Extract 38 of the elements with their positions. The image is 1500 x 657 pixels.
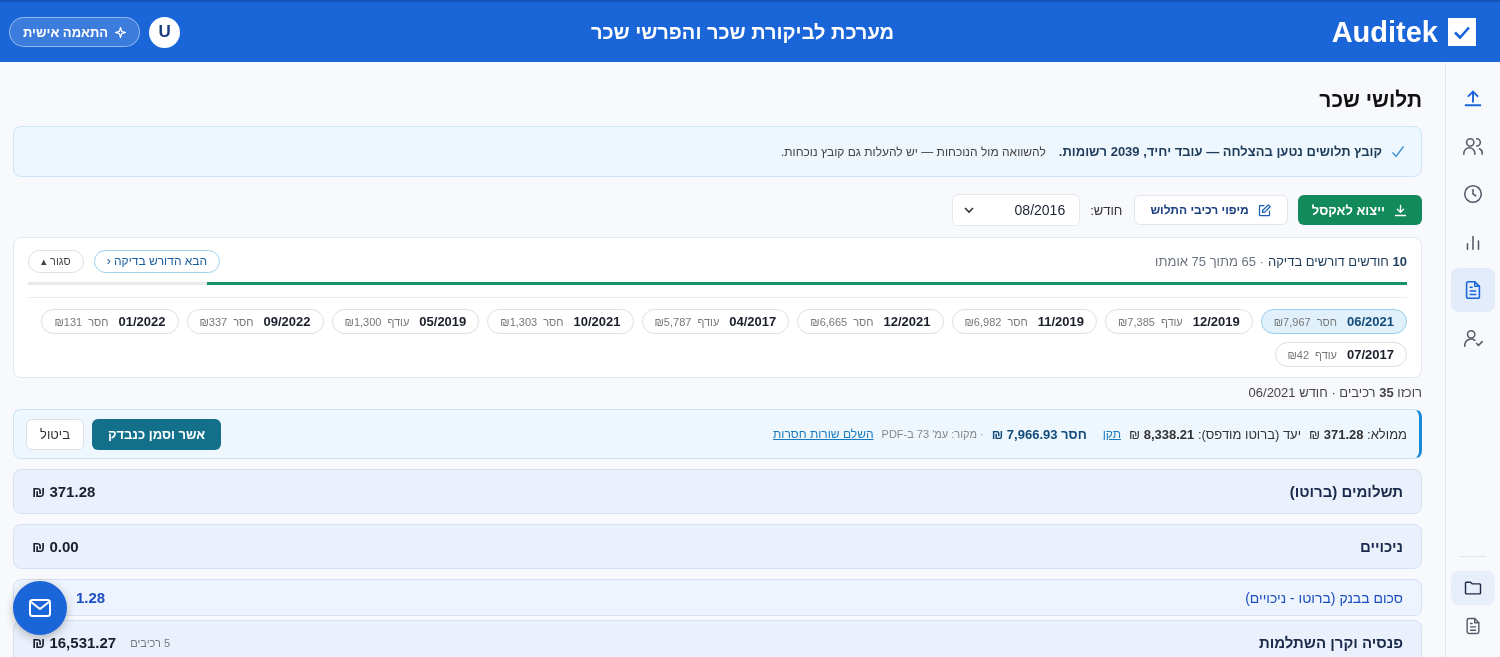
component-count: 5 רכיבים: [130, 636, 170, 649]
verified-count: · 65 מתוך 75 אומתו: [1155, 254, 1264, 269]
source-note: · מקור: עמ' 73 ב-PDF: [881, 428, 984, 440]
section-title: פנסיה וקרן השתלמות: [1258, 634, 1403, 651]
folder-nav-icon[interactable]: [1451, 571, 1495, 605]
page-title: תלושי שכר: [1318, 88, 1422, 112]
collapse-button[interactable]: סגור ▴: [28, 249, 84, 273]
document-nav-icon[interactable]: [1451, 268, 1495, 312]
envelope-icon: [28, 598, 52, 618]
missing-amount: חסר 7,966.93 ₪: [991, 426, 1087, 442]
mapping-button[interactable]: מיפוי רכיבי התלוש: [1134, 195, 1288, 225]
section-amount: 371.28 ₪: [32, 483, 96, 500]
section-amount: 0.00 ₪: [32, 538, 79, 555]
fix-link[interactable]: תקן: [1102, 427, 1121, 441]
chevron-down-icon: [963, 206, 976, 214]
section-title: תשלומים (ברוטו): [1289, 483, 1403, 500]
month-select[interactable]: 08/2016: [952, 194, 1081, 226]
customize-button[interactable]: התאמה אישית: [9, 17, 141, 47]
checkbox-logo-icon: [1448, 18, 1476, 46]
app-title: מערכת לביקורת שכר והפרשי שכר: [590, 20, 895, 44]
section-title: ניכויים: [1359, 538, 1403, 555]
download-icon: [1393, 202, 1408, 218]
banner-message: קובץ תלושים נטען בהצלחה — עובד יחיד, 2039 רשומות.: [1058, 144, 1382, 159]
logo-text: Auditek: [1331, 15, 1438, 49]
sparkle-icon: [115, 26, 127, 38]
next-review-button[interactable]: הבא הדורש בדיקה ‹: [93, 249, 221, 273]
month-label: חודש:: [1090, 202, 1123, 218]
export-button[interactable]: ייצוא לאקסל: [1297, 195, 1422, 225]
banner-note: להשוואה מול הנוכחות — יש להעלות גם קובץ נוכחות.: [780, 144, 1046, 159]
user-avatar[interactable]: U: [149, 16, 181, 48]
cancel-button[interactable]: ביטול: [26, 418, 84, 450]
confirm-button[interactable]: אשר וסמן כנבדק: [91, 418, 222, 450]
check-icon: [1391, 144, 1405, 159]
section-amount: 1.28: [76, 589, 106, 606]
section-title: סכום בבנק (ברוטו - ניכויים): [1245, 589, 1403, 606]
complete-rows-link[interactable]: השלם שורות חסרות: [772, 427, 874, 441]
edit-icon: [1256, 202, 1272, 218]
section-amount: 16,531.27 ₪: [32, 634, 117, 651]
